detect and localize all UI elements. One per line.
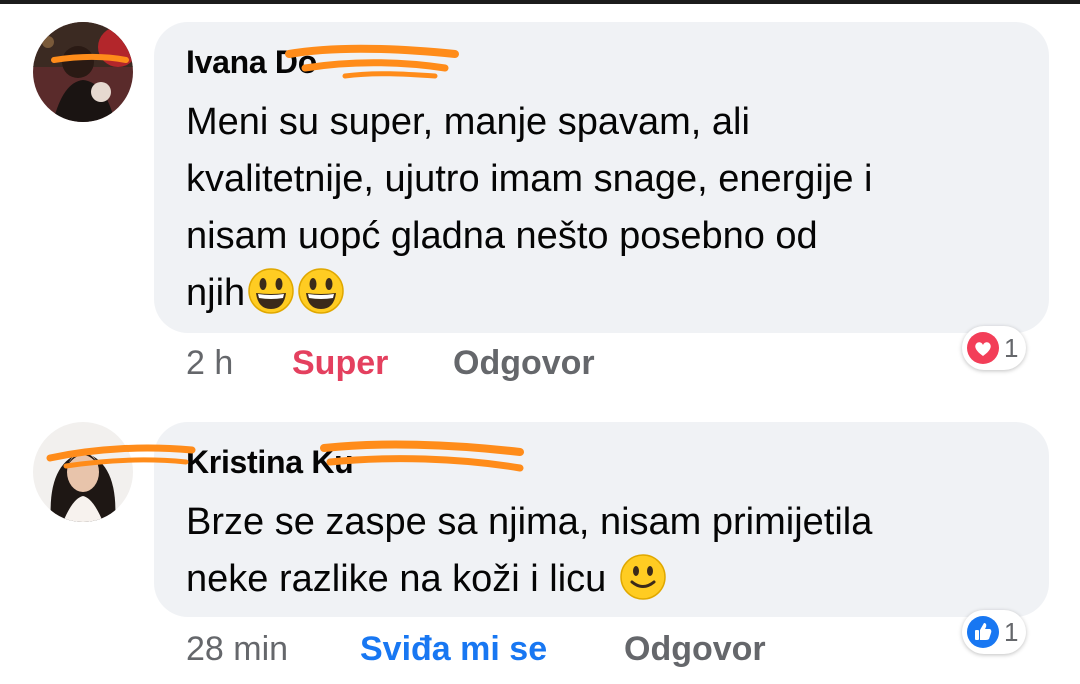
grinning-face-emoji (297, 267, 345, 333)
comment-timestamp[interactable]: 2 h (186, 344, 233, 383)
comment-text-line: nisam uopć gladna nešto posebno od (186, 215, 818, 257)
thumbs-up-reaction-icon (966, 615, 1000, 649)
reply-button[interactable]: Odgovor (624, 630, 766, 669)
heart-reaction-icon (966, 331, 1000, 365)
comment-author[interactable]: Ivana Do (186, 44, 317, 81)
comment-text-fragment: neke razlike na koži i licu (186, 558, 607, 600)
reaction-count: 1 (1004, 616, 1019, 647)
profile-photo-icon (33, 22, 133, 122)
comment-text-line: Brze se zaspe sa njima, nisam primijetil… (186, 501, 873, 543)
comment-text-line: kvalitetnije, ujutro imam snage, energij… (186, 158, 873, 200)
comment-text-line: neke razlike na koži i licu (186, 549, 667, 619)
comment-text-line: njih (186, 263, 345, 333)
reaction-count: 1 (1004, 332, 1019, 363)
slightly-smiling-face-emoji (619, 553, 667, 619)
profile-photo-icon (33, 422, 133, 522)
reaction-count-badge[interactable]: 1 (962, 610, 1027, 654)
top-divider (0, 0, 1080, 4)
comment-text-line: Meni su super, manje spavam, ali (186, 101, 750, 143)
comment-text-fragment: njih (186, 272, 246, 314)
like-button[interactable]: Sviđa mi se (360, 630, 547, 669)
comment-author[interactable]: Kristina Ku (186, 444, 354, 481)
reaction-count-badge[interactable]: 1 (962, 326, 1027, 370)
avatar[interactable] (33, 422, 133, 522)
avatar[interactable] (33, 22, 133, 122)
comment-timestamp[interactable]: 28 min (186, 630, 288, 669)
grinning-face-emoji (247, 267, 295, 333)
reply-button[interactable]: Odgovor (453, 344, 595, 383)
reaction-button[interactable]: Super (292, 344, 388, 383)
